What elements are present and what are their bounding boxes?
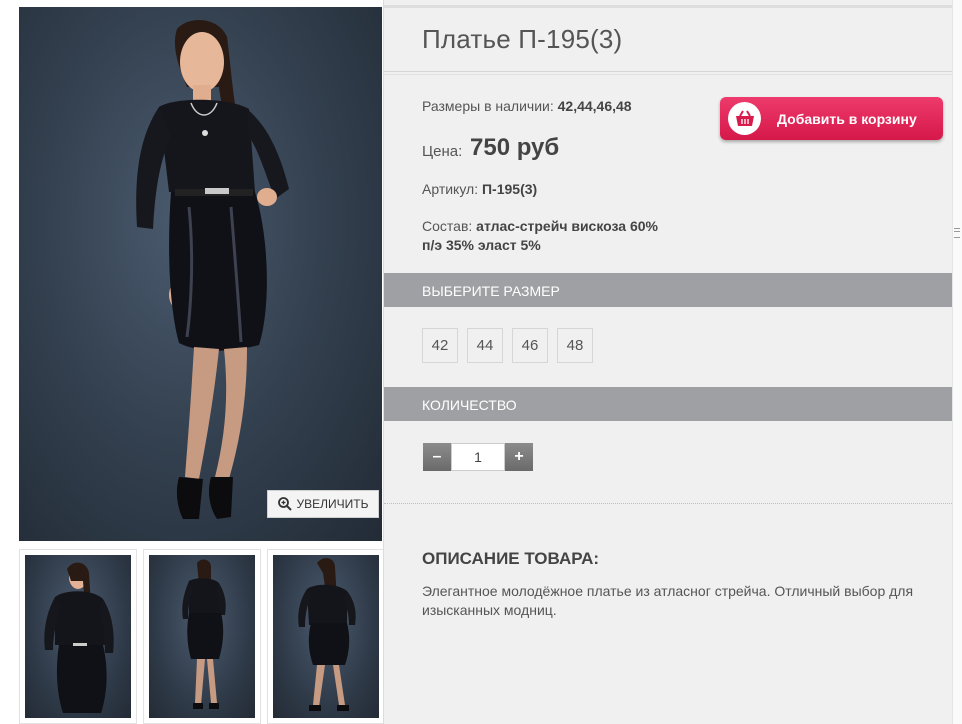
sizes-label: Размеры в наличии: <box>422 98 554 114</box>
description-title: ОПИСАНИЕ ТОВАРА: <box>422 549 600 568</box>
product-main-photo[interactable]: УВЕЛИЧИТЬ <box>19 7 382 541</box>
sizes-available: Размеры в наличии: 42,44,46,48 <box>422 98 632 114</box>
size-section-header: ВЫБЕРИТЕ РАЗМЕР <box>384 273 952 307</box>
composition-label: Состав: <box>422 218 473 234</box>
thumbnail-1[interactable] <box>19 549 137 724</box>
sku: Артикул: П-195(3) <box>422 181 537 197</box>
price-label: Цена: <box>422 143 463 160</box>
dotted-divider <box>384 503 952 504</box>
composition: Состав: атлас-стрейч вискоза 60% п/э 35%… <box>422 217 658 255</box>
quantity-input[interactable]: 1 <box>451 443 505 471</box>
scroll-grip-icon <box>954 228 960 238</box>
size-option-42[interactable]: 42 <box>422 328 458 363</box>
add-to-cart-label: Добавить в корзину <box>777 110 917 127</box>
quantity-section-title: КОЛИЧЕСТВО <box>422 397 517 413</box>
quantity-decrease-button[interactable]: – <box>423 443 451 471</box>
price-value: 750 руб <box>470 134 560 161</box>
basket-icon-circle <box>728 102 761 135</box>
thumbnail-2[interactable] <box>143 549 261 724</box>
sku-value: П-195(3) <box>481 181 538 197</box>
scroll-grip-line <box>954 231 960 232</box>
page-scrollbar[interactable] <box>952 0 962 724</box>
sku-label: Артикул: <box>422 181 479 197</box>
composition-value-2: п/э 35% эласт 5% <box>422 237 541 253</box>
thumbnail-3[interactable] <box>267 549 385 724</box>
title-divider <box>384 71 952 72</box>
panel-divider <box>383 0 384 724</box>
size-option-46[interactable]: 46 <box>512 328 548 363</box>
thumbnail-image <box>182 559 226 709</box>
model-illustration <box>136 19 289 519</box>
size-section-title: ВЫБЕРИТЕ РАЗМЕР <box>422 283 560 299</box>
add-to-cart-button[interactable]: Добавить в корзину <box>720 97 943 140</box>
quantity-increase-button[interactable]: + <box>505 443 533 471</box>
zoom-label: УВЕЛИЧИТЬ <box>296 497 369 511</box>
size-option-44[interactable]: 44 <box>467 328 503 363</box>
thumbnail-image <box>298 558 356 711</box>
basket-icon <box>735 109 754 126</box>
magnifier-icon <box>277 497 292 511</box>
composition-value-1: атлас-стрейч вискоза 60% <box>476 218 659 234</box>
product-title: Платье П-195(3) <box>422 24 623 54</box>
zoom-button[interactable]: УВЕЛИЧИТЬ <box>267 490 379 518</box>
title-divider-2 <box>384 74 952 75</box>
panel-top-rule <box>384 5 952 8</box>
sizes-value: 42,44,46,48 <box>557 98 632 114</box>
quantity-section-header: КОЛИЧЕСТВО <box>384 387 952 421</box>
quantity-stepper: – 1 + <box>423 443 533 471</box>
description-text: Элегантное молодёжное платье из атласног… <box>422 583 914 618</box>
thumbnail-image <box>44 562 114 713</box>
thumbnail-strip <box>19 549 385 724</box>
size-option-48[interactable]: 48 <box>557 328 593 363</box>
